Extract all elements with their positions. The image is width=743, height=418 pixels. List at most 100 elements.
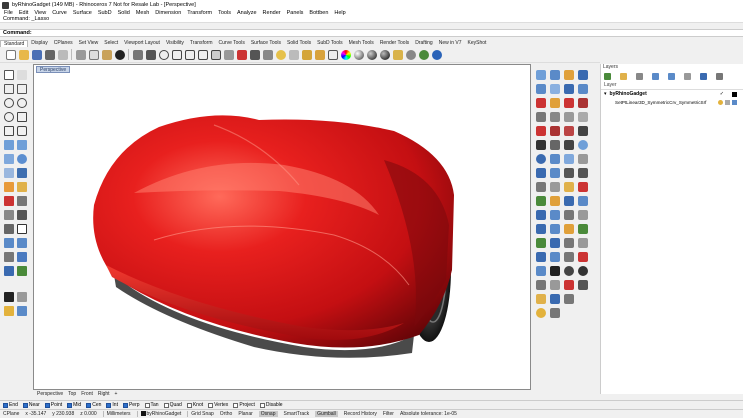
- save-icon[interactable]: [31, 49, 42, 60]
- layer-row[interactable]: SetPtLinear3D_SymmetricCrv_SymmetricSrf: [601, 98, 743, 106]
- subd-crease-icon[interactable]: [564, 294, 574, 304]
- grid-snap-toggle[interactable]: Grid Snap: [187, 411, 214, 417]
- blend-srf-icon[interactable]: [578, 70, 588, 80]
- new-file-icon[interactable]: [5, 49, 16, 60]
- tab-display[interactable]: Display: [28, 40, 50, 46]
- named-view-icon[interactable]: [536, 252, 546, 262]
- trim-icon[interactable]: [4, 196, 14, 206]
- curve-icon[interactable]: [17, 84, 27, 94]
- texture-icon[interactable]: [564, 182, 574, 192]
- visibility-bulb-icon[interactable]: [718, 99, 723, 105]
- polygon-icon[interactable]: [4, 126, 14, 136]
- mesh-reduce-icon[interactable]: [578, 280, 588, 290]
- intersection-icon[interactable]: [564, 168, 574, 178]
- zoom-window-icon[interactable]: [171, 49, 182, 60]
- mirror-icon[interactable]: [236, 49, 247, 60]
- subd-box-icon[interactable]: [536, 294, 546, 304]
- point-icon[interactable]: [17, 70, 27, 80]
- named-cplane-icon[interactable]: [550, 252, 560, 262]
- surface-icon[interactable]: [4, 140, 14, 150]
- fillet-srf-icon[interactable]: [578, 98, 588, 108]
- ortho-toggle[interactable]: Ortho: [220, 411, 233, 417]
- osnap-perp[interactable]: Perp: [122, 402, 140, 408]
- rotate-view-icon[interactable]: [145, 49, 156, 60]
- layer-filter-icon[interactable]: [684, 73, 691, 80]
- undo-icon[interactable]: [114, 49, 125, 60]
- clipping-icon[interactable]: [578, 238, 588, 248]
- bend-icon[interactable]: [578, 196, 588, 206]
- open-file-icon[interactable]: [18, 49, 29, 60]
- perspective-viewport[interactable]: Perspective: [33, 64, 531, 390]
- extend-srf-icon[interactable]: [578, 112, 588, 122]
- cplane-label[interactable]: CPlane: [3, 411, 19, 417]
- rectangle-icon[interactable]: [17, 112, 27, 122]
- checkbox[interactable]: [86, 402, 92, 408]
- expand-icon[interactable]: ▾: [604, 91, 607, 97]
- hide-icon[interactable]: [275, 49, 286, 60]
- layer-states-icon[interactable]: [700, 73, 707, 80]
- array-icon[interactable]: [4, 238, 14, 248]
- tab-set-view[interactable]: Set View: [76, 40, 102, 46]
- orient-icon[interactable]: [536, 196, 546, 206]
- tab-right[interactable]: Right: [98, 391, 110, 397]
- section-icon[interactable]: [536, 238, 546, 248]
- mesh-icon[interactable]: [4, 168, 14, 178]
- match-srf-icon[interactable]: [564, 98, 574, 108]
- snap-icon[interactable]: [17, 292, 27, 302]
- distance-icon[interactable]: [536, 266, 546, 276]
- dim-angle-icon[interactable]: [564, 224, 574, 234]
- camera-icon[interactable]: [17, 306, 27, 316]
- osnap-int[interactable]: Int: [106, 402, 118, 408]
- four-viewports-icon[interactable]: [210, 49, 221, 60]
- snapshot-icon[interactable]: [564, 252, 574, 262]
- move-up-icon[interactable]: [652, 73, 659, 80]
- help-icon[interactable]: [431, 49, 442, 60]
- polyline-icon[interactable]: [4, 84, 14, 94]
- decal-icon[interactable]: [578, 182, 588, 192]
- analyze-icon[interactable]: [4, 266, 14, 276]
- difference-icon[interactable]: [550, 168, 560, 178]
- twist-icon[interactable]: [564, 196, 574, 206]
- point-on-icon[interactable]: [536, 140, 546, 150]
- untrim-icon[interactable]: [550, 112, 560, 122]
- osnap-mid[interactable]: Mid: [67, 402, 81, 408]
- project-icon[interactable]: [550, 126, 560, 136]
- draft-angle-icon[interactable]: [578, 266, 588, 276]
- subd-sphere-icon[interactable]: [550, 294, 560, 304]
- osnap-point[interactable]: Point: [44, 402, 62, 408]
- osnap-knot[interactable]: Knot: [186, 402, 203, 408]
- tab-visibility[interactable]: Visibility: [163, 40, 187, 46]
- tab-drafting[interactable]: Drafting: [412, 40, 436, 46]
- move-tool-icon[interactable]: [17, 210, 27, 220]
- planar-toggle[interactable]: Planar: [238, 411, 252, 417]
- ellipse-icon[interactable]: [4, 112, 14, 122]
- torus-icon[interactable]: [536, 154, 546, 164]
- move-down-icon[interactable]: [668, 73, 675, 80]
- tab-solid-tools[interactable]: Solid Tools: [284, 40, 314, 46]
- pull-icon[interactable]: [564, 126, 574, 136]
- osnap-end[interactable]: End: [3, 402, 18, 408]
- network-surface-icon[interactable]: [536, 70, 546, 80]
- record-icon[interactable]: [550, 308, 560, 318]
- osnap-tan[interactable]: Tan: [144, 402, 159, 408]
- tab-front[interactable]: Front: [81, 391, 93, 397]
- tab-standard[interactable]: Standard: [0, 39, 29, 47]
- plugin-icon[interactable]: [418, 49, 429, 60]
- tab-viewport-layout[interactable]: Viewport Layout: [121, 40, 163, 46]
- layer-options-icon[interactable]: [716, 73, 723, 80]
- move-icon[interactable]: [249, 49, 260, 60]
- cylinder-icon[interactable]: [550, 154, 560, 164]
- text-icon[interactable]: [17, 224, 27, 234]
- record-history-toggle[interactable]: Record History: [344, 411, 377, 417]
- color-wheel-icon[interactable]: [340, 49, 351, 60]
- paste-icon[interactable]: [101, 49, 112, 60]
- zoom-icon[interactable]: [158, 49, 169, 60]
- light-icon[interactable]: [392, 49, 403, 60]
- arc-icon[interactable]: [17, 98, 27, 108]
- join-icon[interactable]: [17, 182, 27, 192]
- tab-surface-tools[interactable]: Surface Tools: [248, 40, 284, 46]
- block-icon[interactable]: [578, 252, 588, 262]
- smooth-icon[interactable]: [564, 210, 574, 220]
- env-map-icon[interactable]: [564, 266, 574, 276]
- zoom-selected-icon[interactable]: [197, 49, 208, 60]
